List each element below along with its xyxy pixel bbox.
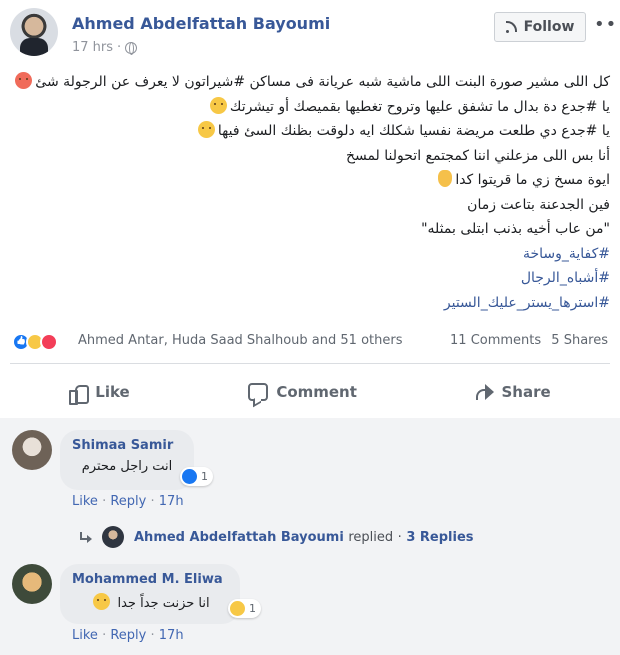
thumbs-up-icon [69, 383, 90, 405]
comment-reply-link[interactable]: Reply [110, 494, 146, 509]
post-meta: 17 hrs · [72, 40, 138, 55]
post-line-1: كل اللى مشير صورة البنت اللى ماشية شبه ع… [10, 70, 610, 95]
comment-like-link[interactable]: Like [72, 628, 98, 643]
ok-hand-emoji-icon [438, 170, 453, 187]
replier-name: Ahmed Abdelfattah Bayoumi [134, 529, 344, 545]
comment-text: انا حزنت جداً جدا [72, 593, 228, 611]
separator: · [102, 494, 107, 509]
view-replies[interactable]: Ahmed Abdelfattah Bayoumi replied · 3 Re… [80, 526, 474, 548]
post-line-text: فين الجدعنة بتاعت زمان [467, 196, 610, 213]
post-line-7: "من عاب أخيه بذنب ابتلى بمثله" [10, 217, 610, 242]
reply-summary: Ahmed Abdelfattah Bayoumi replied · 3 Re… [134, 530, 474, 545]
reaction-names[interactable]: Ahmed Antar, Huda Saad Shalhoub and 51 o… [78, 333, 402, 348]
meta-separator: · [117, 40, 122, 55]
crying-emoji-icon [93, 593, 111, 610]
post-line-6: فين الجدعنة بتاعت زمان [10, 193, 610, 218]
hashtag-line-3: #استرها_يستر_عليك_الستير [10, 291, 610, 316]
comment-reaction-count: 1 [249, 602, 256, 615]
hashtag-link[interactable]: #كفاية_وساخة [523, 246, 610, 262]
comment-icon [248, 383, 269, 401]
post-line-text: يا #جدع دة بدال ما تشفق عليها وتروح تغطي… [229, 98, 610, 115]
commenter-name[interactable]: Mohammed M. Eliwa [72, 572, 228, 587]
comments-count[interactable]: 11 Comments [450, 333, 541, 348]
share-icon [475, 384, 494, 400]
follow-label: Follow [523, 19, 575, 35]
separator: · [102, 628, 107, 643]
hashtag-link[interactable]: #استرها_يستر_عليك_الستير [444, 295, 610, 311]
post-line-text: كل اللى مشير صورة البنت اللى ماشية شبه ع… [35, 74, 610, 90]
reply-count: 3 Replies [406, 529, 474, 545]
shares-count[interactable]: 5 Shares [551, 333, 608, 348]
post-line-text: أنا بس اللى مزعلني اننا كمجتمع اتحولنا ل… [345, 147, 610, 164]
author-name[interactable]: Ahmed Abdelfattah Bayoumi [72, 14, 330, 33]
comment-bubble: Mohammed M. Eliwa انا حزنت جداً جدا [60, 564, 240, 624]
comment-text-content: انا حزنت جداً جدا [117, 596, 210, 611]
author-avatar[interactable] [10, 8, 58, 56]
comment-reaction-count: 1 [201, 470, 208, 483]
hashtag-line-1: #كفاية_وساخة [10, 242, 610, 267]
hashtag-line-2: #أشباه_الرجال [10, 266, 610, 291]
angry-emoji-icon [15, 72, 33, 89]
post-line-3: يا #جدع دي طلعت مريضة نفسيا شكلك ايه دلو… [10, 119, 610, 144]
post-line-text: ايوة مسخ زي ما قريتوا كدا [455, 172, 610, 188]
post-line-5: ايوة مسخ زي ما قريتوا كدا [10, 168, 610, 193]
comment-reaction-badge[interactable]: 1 [180, 467, 213, 486]
separator: · [397, 529, 402, 545]
comment-reply-link[interactable]: Reply [110, 628, 146, 643]
divider [10, 363, 610, 364]
post-action-bar: Like Comment Share [10, 370, 610, 414]
follow-button[interactable]: Follow [494, 12, 586, 42]
reply-arrow-icon [80, 532, 92, 543]
globe-icon[interactable] [125, 41, 138, 55]
comment-label: Comment [276, 383, 357, 401]
comment-time[interactable]: 17h [159, 494, 184, 509]
engagement-counts: 11 Comments 5 Shares [444, 333, 608, 348]
commenter-avatar[interactable] [12, 564, 52, 604]
reaction-icons[interactable] [12, 333, 58, 351]
comment-actions: Like · Reply · 17h [72, 494, 184, 509]
love-reaction-icon [40, 333, 58, 351]
post-line-text: يا #جدع دي طلعت مريضة نفسيا شكلك ايه دلو… [217, 123, 610, 139]
replier-avatar [102, 526, 124, 548]
sad-emoji-icon [197, 121, 215, 138]
comment-text: انت راجل محترم [81, 459, 173, 474]
comment-time[interactable]: 17h [159, 628, 184, 643]
replied-label: replied [348, 529, 394, 545]
sad-reaction-icon [230, 601, 245, 616]
share-button[interactable]: Share [475, 383, 551, 401]
comment-actions: Like · Reply · 17h [72, 628, 184, 643]
share-label: Share [501, 383, 551, 401]
post-line-4: أنا بس اللى مزعلني اننا كمجتمع اتحولنا ل… [10, 144, 610, 169]
comment-button[interactable]: Comment [248, 383, 357, 401]
smirk-emoji-icon [209, 96, 227, 114]
post-body: كل اللى مشير صورة البنت اللى ماشية شبه ع… [10, 70, 610, 315]
more-options-icon[interactable]: ••• [594, 14, 620, 35]
separator: · [150, 494, 155, 509]
comment-reaction-badge[interactable]: 1 [228, 599, 261, 618]
reactions-summary: Ahmed Antar, Huda Saad Shalhoub and 51 o… [10, 330, 610, 354]
rss-icon [505, 21, 518, 33]
commenter-name[interactable]: Shimaa Samir [72, 438, 182, 453]
post-time[interactable]: 17 hrs [72, 40, 113, 55]
post-header: Ahmed Abdelfattah Bayoumi 17 hrs · Follo… [10, 8, 620, 60]
hashtag-link[interactable]: #أشباه_الرجال [521, 270, 610, 286]
separator: · [150, 628, 155, 643]
comment-like-link[interactable]: Like [72, 494, 98, 509]
post-line-2: يا #جدع دة بدال ما تشفق عليها وتروح تغطي… [10, 95, 610, 120]
like-label: Like [95, 383, 130, 401]
commenter-avatar[interactable] [12, 430, 52, 470]
comment-bubble: Shimaa Samir انت راجل محترم [60, 430, 194, 490]
like-reaction-icon [182, 469, 197, 484]
like-button[interactable]: Like [69, 383, 130, 405]
post-line-text: "من عاب أخيه بذنب ابتلى بمثله" [421, 221, 610, 237]
